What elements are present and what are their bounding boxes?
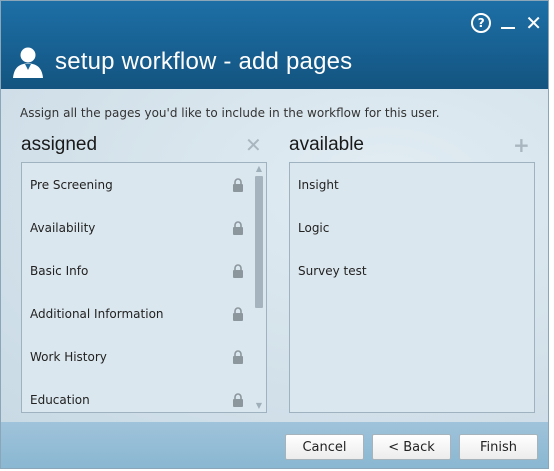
cancel-button[interactable]: Cancel (285, 434, 364, 460)
minimize-icon[interactable] (501, 27, 516, 29)
assigned-item[interactable]: Pre Screening (22, 163, 252, 206)
close-window-icon[interactable]: ✕ (525, 13, 542, 33)
assigned-item[interactable]: Work History (22, 335, 252, 378)
assigned-item[interactable]: Additional Information (22, 292, 252, 335)
remove-all-icon[interactable]: ✕ (245, 135, 262, 155)
available-heading: available (289, 134, 364, 155)
lock-icon (233, 306, 243, 321)
add-all-icon[interactable]: + (513, 135, 530, 155)
assigned-item-label: Availability (30, 220, 96, 235)
title-bar: ? ✕ setup workflow - add pages (1, 1, 548, 89)
assigned-item-label: Education (30, 392, 90, 407)
assigned-item-label: Additional Information (30, 306, 164, 321)
instructions-text: Assign all the pages you'd like to inclu… (20, 106, 440, 120)
assigned-item-label: Work History (30, 349, 107, 364)
lock-icon (233, 349, 243, 364)
dialog-title: setup workflow - add pages (55, 48, 353, 75)
assigned-item[interactable]: Basic Info (22, 249, 252, 292)
help-icon[interactable]: ? (471, 13, 492, 33)
assigned-scrollbar[interactable]: ▲ ▼ (253, 164, 265, 411)
assigned-item-label: Basic Info (30, 263, 89, 278)
lock-icon (233, 220, 243, 235)
dialog-footer: Cancel < Back Finish (1, 422, 548, 468)
scroll-thumb[interactable] (255, 176, 263, 308)
available-item[interactable]: Logic (298, 206, 329, 249)
scroll-up-arrow-icon[interactable]: ▲ (254, 164, 264, 174)
available-list[interactable]: Insight Logic Survey test (289, 162, 535, 413)
scroll-down-arrow-icon[interactable]: ▼ (254, 401, 264, 411)
lock-icon (233, 263, 243, 278)
back-button[interactable]: < Back (372, 434, 451, 460)
lock-icon (233, 392, 243, 407)
user-icon (13, 47, 43, 78)
finish-button[interactable]: Finish (459, 434, 538, 460)
setup-workflow-dialog: ? ✕ setup workflow - add pages Assign al… (0, 0, 549, 469)
available-item[interactable]: Insight (298, 163, 339, 206)
assigned-item[interactable]: Education (22, 378, 252, 421)
assigned-heading: assigned (21, 134, 98, 155)
assigned-item[interactable]: Availability (22, 206, 252, 249)
available-item[interactable]: Survey test (298, 249, 367, 292)
assigned-item-label: Pre Screening (30, 177, 113, 192)
lock-icon (233, 177, 243, 192)
window-controls: ? ✕ (471, 12, 542, 34)
title-group: setup workflow - add pages (11, 45, 352, 79)
assigned-list[interactable]: Pre Screening Availability Basic Info Ad… (21, 162, 267, 413)
dialog-body: Assign all the pages you'd like to inclu… (1, 89, 548, 422)
